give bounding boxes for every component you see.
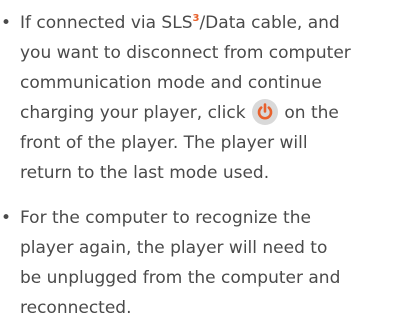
text-fragment: /Data cable, and <box>199 13 340 33</box>
text-fragment: on the <box>284 103 339 123</box>
text-line: you want to disconnect from computer <box>20 43 351 63</box>
text-line: front of the player. The player will <box>20 133 308 153</box>
text-line: be unplugged from the computer and <box>20 268 341 288</box>
bullet-marker: • <box>1 208 12 228</box>
bullet-item-disconnect: • If connected via SLS3/Data cable, and … <box>0 8 401 188</box>
text-line: player again, the player will need to <box>20 238 328 258</box>
bullet-item-reconnect: • For the computer to recognize the play… <box>0 203 401 323</box>
power-icon <box>251 99 278 125</box>
text-line: charging your player, click on the <box>20 98 401 128</box>
text-line: communication mode and continue <box>20 73 322 93</box>
text-line: If connected via SLS3/Data cable, and <box>20 8 401 38</box>
bullet-marker: • <box>1 13 12 33</box>
text-fragment: If connected via SLS <box>20 13 193 33</box>
text-line: For the computer to recognize the <box>20 208 311 228</box>
bullet-list: • If connected via SLS3/Data cable, and … <box>0 0 401 323</box>
text-line: reconnected. <box>20 298 132 318</box>
text-fragment: charging your player, click <box>20 103 246 123</box>
text-line: return to the last mode used. <box>20 163 270 183</box>
